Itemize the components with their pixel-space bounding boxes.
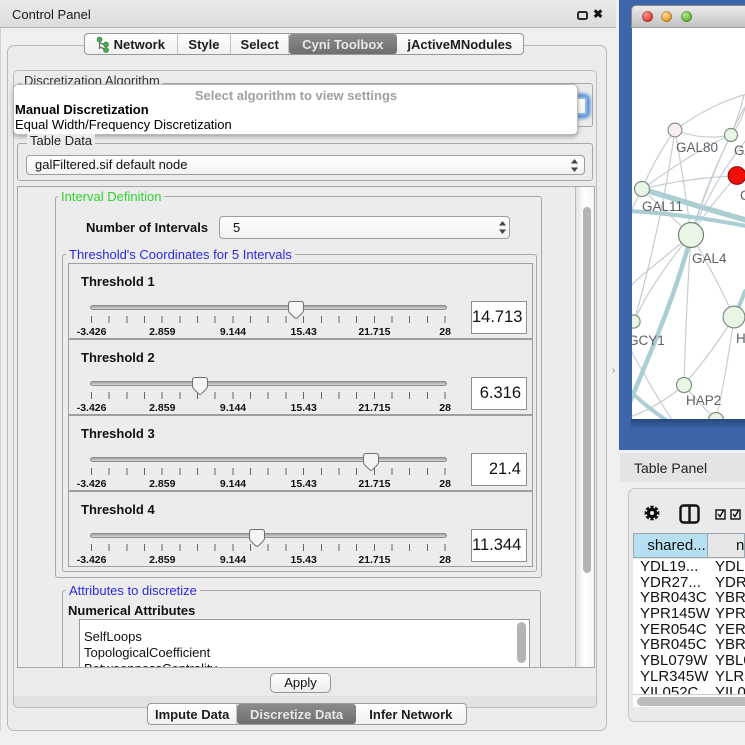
svg-text:H: H [736, 331, 745, 346]
svg-text:GAL4: GAL4 [692, 251, 727, 266]
svg-text:GAL80: GAL80 [676, 140, 718, 155]
svg-text:GAL11: GAL11 [642, 199, 683, 214]
svg-text:C: C [740, 188, 745, 203]
svg-text:GCY1: GCY1 [632, 333, 665, 348]
svg-text:GA: GA [734, 143, 745, 158]
svg-text:HAP2: HAP2 [686, 393, 721, 408]
